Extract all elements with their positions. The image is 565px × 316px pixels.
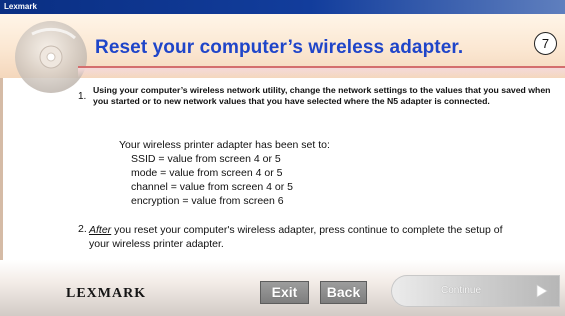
adapter-settings-block: Your wireless printer adapter has been s… <box>119 138 330 208</box>
installer-window: Lexmark Reset your computer’s wireless a… <box>0 0 565 316</box>
back-button[interactable]: Back <box>320 281 367 304</box>
adapter-settings-intro: Your wireless printer adapter has been s… <box>119 139 330 151</box>
continue-arrow-icon <box>536 284 548 298</box>
continue-button[interactable]: Continue <box>391 275 560 307</box>
setting-mode: mode = value from screen 4 or 5 <box>131 167 283 180</box>
step-two-remaining-text: you reset your computer's wireless adapt… <box>89 224 503 250</box>
step-two-number: 2. <box>78 223 87 235</box>
step-one-number: 1. <box>78 91 87 102</box>
setting-channel: channel = value from screen 4 or 5 <box>131 181 293 194</box>
step-two-text: After you reset your computer's wireless… <box>89 223 519 251</box>
continue-label: Continue <box>440 285 482 296</box>
step-two-after-emphasis: After <box>89 224 112 236</box>
lexmark-logo: LEXMARK <box>66 286 147 301</box>
setting-encryption: encryption = value from screen 6 <box>131 195 284 208</box>
step-one-text: Using your computer’s wireless network u… <box>93 85 551 107</box>
exit-button[interactable]: Exit <box>260 281 309 304</box>
setting-ssid: SSID = value from screen 4 or 5 <box>131 153 281 166</box>
